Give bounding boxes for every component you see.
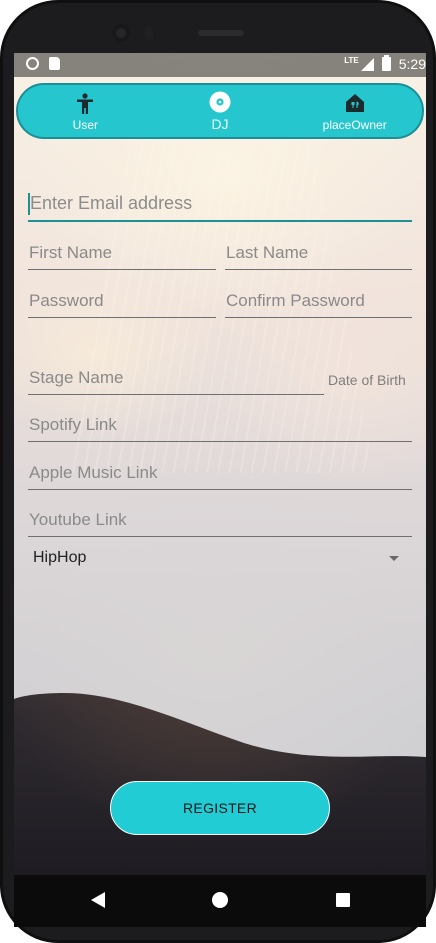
genre-selected-value: HipHop bbox=[33, 549, 87, 566]
apple-music-link-placeholder: Apple Music Link bbox=[29, 463, 158, 482]
password-field[interactable]: Password bbox=[28, 283, 216, 318]
lte-indicator: LTE bbox=[344, 55, 359, 65]
confirm-password-field[interactable]: Confirm Password bbox=[225, 283, 412, 318]
app-screen: LTE 5:29 User DJ placeOwner Enter Email … bbox=[14, 53, 426, 875]
youtube-link-field[interactable]: Youtube Link bbox=[28, 502, 412, 537]
recent-apps-icon[interactable] bbox=[336, 893, 350, 907]
proximity-sensor bbox=[145, 26, 153, 40]
last-name-placeholder: Last Name bbox=[226, 243, 309, 262]
role-tab-bar: User DJ placeOwner bbox=[16, 83, 424, 139]
earpiece-speaker bbox=[198, 30, 244, 36]
disc-icon bbox=[209, 91, 231, 118]
genre-dropdown[interactable]: HipHop bbox=[28, 543, 400, 573]
confirm-password-placeholder: Confirm Password bbox=[226, 291, 365, 310]
spotify-link-field[interactable]: Spotify Link bbox=[28, 407, 412, 442]
apple-music-link-field[interactable]: Apple Music Link bbox=[28, 455, 412, 490]
first-name-placeholder: First Name bbox=[29, 243, 113, 262]
system-navigation-bar bbox=[14, 875, 426, 927]
tab-placeowner[interactable]: placeOwner bbox=[287, 85, 422, 137]
back-icon[interactable] bbox=[91, 892, 105, 908]
date-of-birth-picker[interactable]: Date of Birth bbox=[328, 372, 406, 388]
spotify-link-placeholder: Spotify Link bbox=[29, 415, 117, 434]
stage-name-placeholder: Stage Name bbox=[29, 368, 124, 387]
restaurant-home-icon bbox=[345, 93, 365, 118]
email-field[interactable]: Enter Email address bbox=[28, 186, 412, 222]
signal-strength-icon bbox=[360, 57, 374, 71]
front-camera bbox=[112, 24, 130, 42]
sd-card-icon bbox=[49, 57, 60, 70]
password-placeholder: Password bbox=[29, 291, 104, 310]
first-name-field[interactable]: First Name bbox=[28, 235, 216, 270]
clock: 5:29 bbox=[398, 56, 426, 72]
status-bar: LTE 5:29 bbox=[14, 53, 426, 77]
tab-placeowner-label: placeOwner bbox=[322, 118, 387, 132]
tab-user[interactable]: User bbox=[18, 85, 153, 137]
youtube-link-placeholder: Youtube Link bbox=[29, 510, 127, 529]
email-placeholder: Enter Email address bbox=[30, 193, 193, 213]
last-name-field[interactable]: Last Name bbox=[225, 235, 412, 270]
tab-dj[interactable]: DJ bbox=[153, 85, 288, 137]
accessibility-person-icon bbox=[76, 93, 94, 120]
sync-status-icon bbox=[26, 57, 39, 70]
tab-dj-label: DJ bbox=[211, 116, 229, 132]
dropdown-arrow-icon bbox=[389, 556, 399, 561]
home-icon[interactable] bbox=[212, 892, 228, 908]
stage-name-field[interactable]: Stage Name bbox=[28, 360, 324, 395]
tab-user-label: User bbox=[72, 118, 98, 132]
battery-icon bbox=[381, 55, 391, 71]
register-button[interactable]: REGISTER bbox=[110, 781, 330, 835]
